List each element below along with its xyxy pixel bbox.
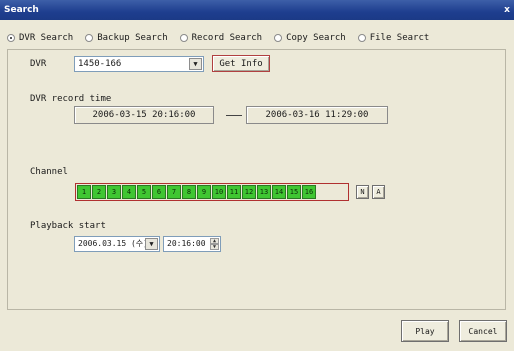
tab-copy-search-label: Copy Search — [286, 33, 346, 43]
dvr-label: DVR — [30, 59, 47, 69]
channel-none-label: N — [360, 188, 365, 196]
search-window: DVR Search Backup Search Record Search C… — [0, 20, 514, 351]
channel-button[interactable]: 12 — [242, 185, 256, 199]
channel-button[interactable]: 6 — [152, 185, 166, 199]
play-label: Play — [415, 326, 435, 336]
channel-button[interactable]: 14 — [272, 185, 286, 199]
channel-button[interactable]: 9 — [197, 185, 211, 199]
search-type-tabs: DVR Search Backup Search Record Search C… — [7, 31, 441, 45]
radio-record-search[interactable] — [179, 34, 188, 42]
channel-button[interactable]: 8 — [182, 185, 196, 199]
close-icon[interactable]: x — [502, 0, 512, 20]
radio-dvr-search[interactable] — [7, 34, 15, 42]
tab-dvr-search-label: DVR Search — [19, 33, 74, 43]
channel-button[interactable]: 2 — [92, 185, 106, 199]
radio-backup-search[interactable] — [85, 34, 94, 42]
tab-copy-search[interactable]: Copy Search — [274, 33, 346, 43]
play-button[interactable]: Play — [401, 320, 449, 342]
record-start-value: 2006-03-15 20:16:00 — [92, 110, 196, 120]
chevron-down-icon[interactable]: ▼ — [189, 58, 202, 70]
playback-date-select[interactable]: 2006.03.15 (수) ▼ — [74, 236, 160, 252]
get-info-button[interactable]: Get Info — [212, 55, 270, 72]
playback-date-value: 2006.03.15 (수) — [78, 239, 148, 248]
tab-dvr-search[interactable]: DVR Search — [7, 33, 73, 43]
spin-down-icon[interactable]: ▼ — [210, 244, 219, 250]
record-end-value: 2006-03-16 11:29:00 — [265, 110, 369, 120]
channel-button[interactable]: 1 — [77, 185, 91, 199]
dvr-search-panel: DVR 1450-166 ▼ Get Info DVR record time … — [7, 49, 506, 310]
range-separator — [226, 115, 242, 116]
tab-backup-search[interactable]: Backup Search — [85, 33, 168, 43]
channel-button[interactable]: 7 — [167, 185, 181, 199]
window-title: Search — [4, 5, 39, 15]
channel-button[interactable]: 11 — [227, 185, 241, 199]
record-start-time: 2006-03-15 20:16:00 — [74, 106, 214, 124]
channel-none-button[interactable]: N — [356, 185, 369, 199]
channel-button[interactable]: 13 — [257, 185, 271, 199]
channel-button[interactable]: 4 — [122, 185, 136, 199]
playback-time-spinner[interactable]: 20:16:00 ▲ ▼ — [163, 236, 221, 252]
title-bar: Search x — [0, 0, 514, 20]
channel-buttons: 1 2 3 4 5 6 7 8 9 10 11 12 13 14 15 16 — [77, 185, 317, 199]
tab-file-search-label: File Searct — [369, 33, 430, 43]
radio-copy-search[interactable] — [274, 34, 283, 42]
channel-label: Channel — [30, 167, 68, 177]
cancel-button[interactable]: Cancel — [459, 320, 507, 342]
channel-all-button[interactable]: A — [372, 185, 385, 199]
channel-button[interactable]: 16 — [302, 185, 316, 199]
channel-button[interactable]: 15 — [287, 185, 301, 199]
tab-file-search[interactable]: File Searct — [357, 33, 430, 43]
channel-button[interactable]: 5 — [137, 185, 151, 199]
time-spin-buttons[interactable]: ▲ ▼ — [210, 238, 219, 250]
channel-all-label: A — [376, 188, 381, 196]
tab-record-search-label: Record Search — [191, 33, 263, 43]
dvr-select[interactable]: 1450-166 ▼ — [74, 56, 204, 72]
channel-button[interactable]: 3 — [107, 185, 121, 199]
tab-record-search[interactable]: Record Search — [179, 33, 263, 43]
playback-time-value: 20:16:00 — [167, 239, 206, 248]
cancel-label: Cancel — [468, 326, 498, 336]
record-time-label: DVR record time — [30, 94, 112, 104]
chevron-down-icon[interactable]: ▼ — [145, 238, 158, 250]
get-info-label: Get Info — [219, 58, 263, 69]
playback-start-label: Playback start — [30, 221, 106, 231]
channel-button[interactable]: 10 — [212, 185, 226, 199]
record-end-time: 2006-03-16 11:29:00 — [246, 106, 388, 124]
tab-backup-search-label: Backup Search — [97, 33, 168, 43]
radio-file-search[interactable] — [357, 34, 366, 42]
dvr-select-value: 1450-166 — [78, 59, 122, 69]
